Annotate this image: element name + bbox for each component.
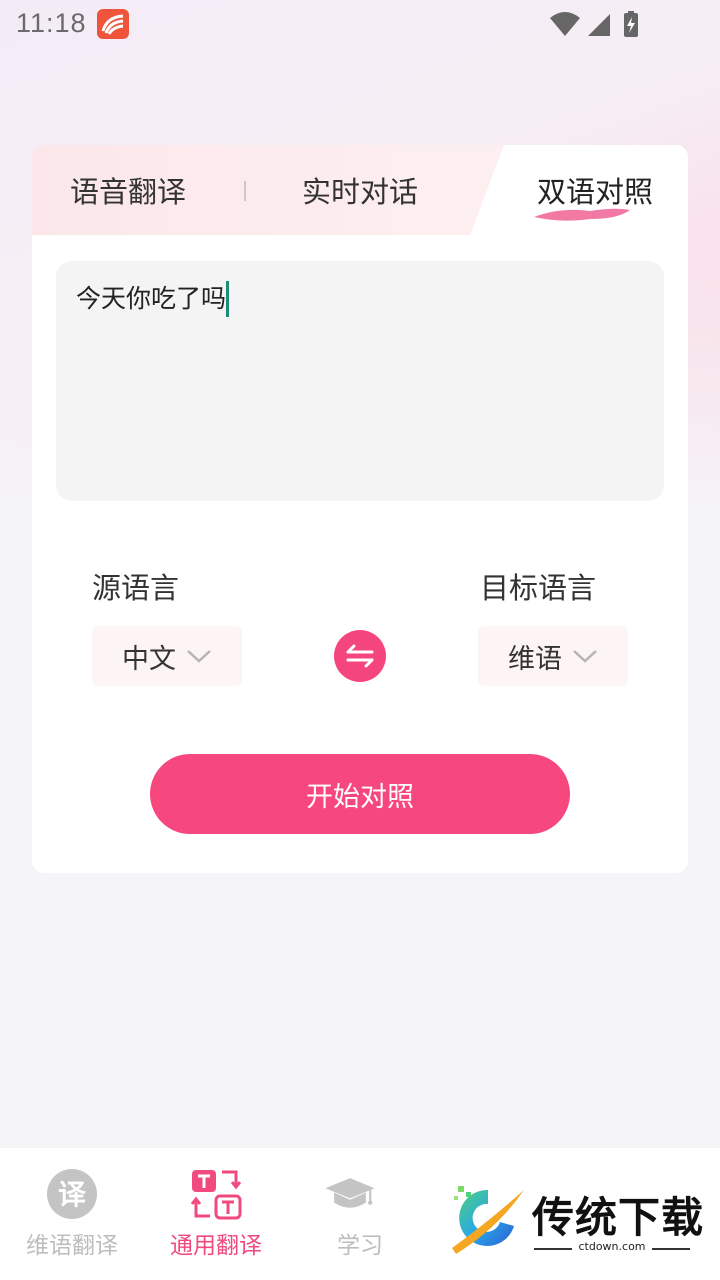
watermark-site: ctdown.com [578,1240,646,1253]
start-compare-button[interactable]: 开始对照 [150,754,570,834]
source-text-input[interactable]: 今天你吃了吗 [56,261,664,501]
watermark-line [652,1248,690,1250]
app-notification-icon [97,9,129,39]
source-language-label: 源语言 [92,571,180,605]
swap-arrows-icon [346,644,374,668]
nav-label: 学习 [337,1233,383,1259]
nav-label: 维语翻译 [26,1233,118,1259]
translation-card: 语音翻译 实时对话 双语对照 今天你吃了吗 源语言 目标语言 中文 维语 开始对… [32,145,688,873]
tab-voice-translate[interactable]: 语音翻译 [32,145,224,235]
chevron-down-icon [573,650,597,663]
source-language-value: 中文 [122,643,176,675]
tab-label: 实时对话 [301,175,418,209]
watermark-title: 传统下载 [532,1193,705,1242]
graduation-cap-icon [325,1178,375,1208]
nav-item-uyghur-translate[interactable]: 译 维语翻译 [0,1148,144,1280]
nav-icon-char: 译 [58,1178,87,1211]
battery-icon [624,11,638,37]
target-language-value: 维语 [508,643,562,675]
tab-divider [244,181,246,201]
nav-label: 通用翻译 [170,1233,262,1259]
source-text-value: 今天你吃了吗 [76,284,227,313]
target-language-select[interactable]: 维语 [478,626,628,686]
signal-icon [588,14,610,36]
status-time: 11:18 [16,8,87,38]
wifi-icon [550,12,580,36]
source-language-select[interactable]: 中文 [92,626,242,686]
target-language-label: 目标语言 [480,571,597,605]
nav-item-study[interactable]: 学习 [288,1148,432,1280]
nav-item-general-translate[interactable]: 通用翻译 [144,1148,288,1280]
translate-char-icon: 译 [47,1169,97,1219]
tab-label: 语音翻译 [69,175,186,209]
chevron-down-icon [187,650,211,663]
tab-bilingual-compare[interactable]: 双语对照 [502,145,688,235]
swap-languages-button[interactable] [334,630,386,682]
tab-label: 双语对照 [536,175,653,209]
status-bar: 11:18 [0,0,720,50]
text-swap-icon [190,1170,242,1220]
status-icons [548,10,668,40]
watermark-logo: 传统下载 ctdown.com [448,1180,703,1260]
ctdown-logo-icon [452,1186,524,1254]
mode-tabs: 语音翻译 实时对话 双语对照 [32,145,688,235]
tab-realtime-dialog[interactable]: 实时对话 [262,145,458,235]
text-caret [226,281,230,317]
